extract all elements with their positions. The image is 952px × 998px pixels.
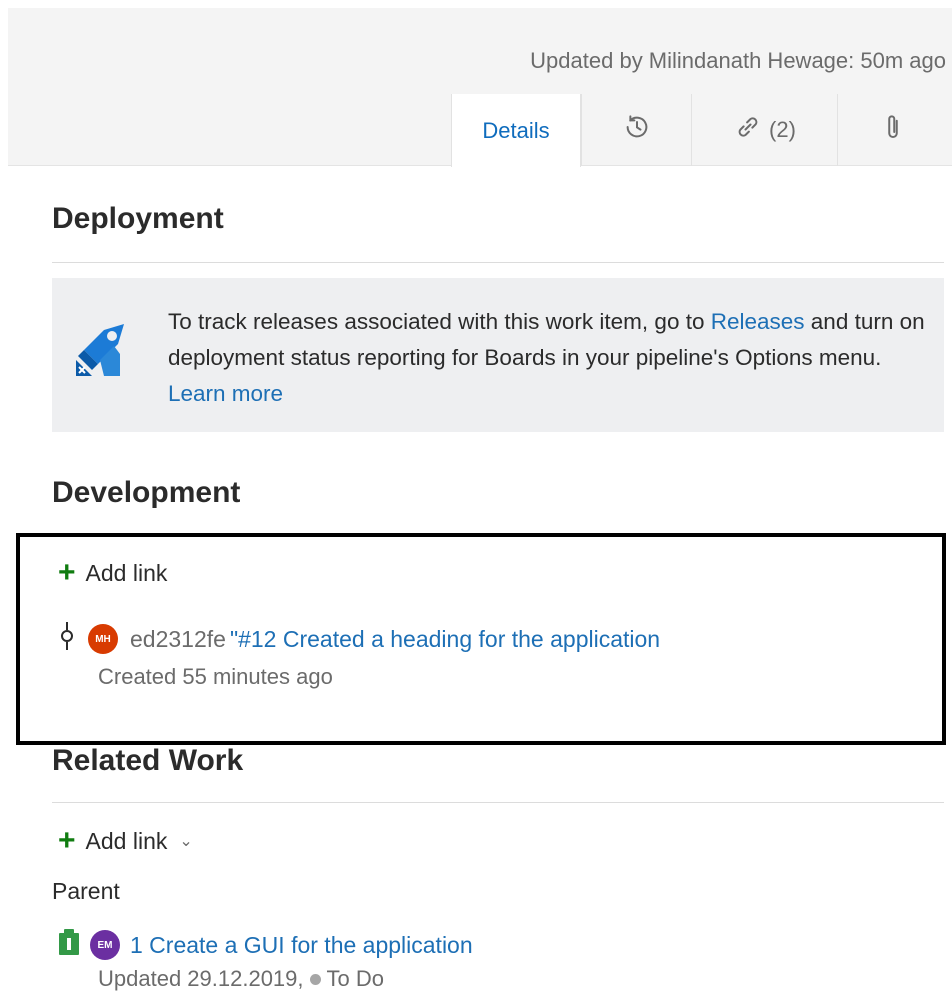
plus-icon: + (58, 824, 76, 857)
commit-created-text: Created 55 minutes ago (98, 664, 333, 689)
related-work-heading: Related Work (52, 744, 244, 777)
tab-details[interactable]: Details (451, 94, 581, 167)
commit-title-link[interactable]: "#12 Created a heading for the applicati… (230, 626, 660, 653)
deployment-info-text: To track releases associated with this w… (168, 304, 928, 412)
parent-updated-text: Updated 29.12.2019, (98, 966, 304, 991)
tab-attachments[interactable] (837, 94, 947, 166)
tab-history[interactable] (581, 94, 691, 166)
tab-links-count: (2) (769, 117, 796, 142)
tab-links[interactable]: (2) (691, 94, 837, 166)
development-heading: Development (52, 476, 241, 509)
divider (52, 802, 944, 803)
commit-hash: ed2312fe (130, 625, 226, 652)
development-add-link-button[interactable]: + Add link (58, 558, 167, 588)
tab-details-label: Details (482, 117, 550, 143)
work-item-header: Updated by Milindanath Hewage: 50m ago D… (8, 8, 952, 167)
avatar: MH (88, 624, 118, 654)
status-dot-icon (309, 973, 321, 985)
plus-icon: + (58, 556, 76, 589)
deployment-heading: Deployment (52, 202, 224, 235)
add-link-label: Add link (85, 827, 168, 854)
parent-label: Parent (52, 878, 120, 904)
learn-more-link[interactable]: Learn more (168, 381, 283, 406)
releases-link[interactable]: Releases (711, 309, 805, 334)
rocket-icon (70, 320, 134, 390)
work-item-icon (58, 928, 80, 962)
history-icon (622, 112, 652, 148)
avatar: EM (90, 930, 120, 960)
commit-icon (58, 622, 76, 656)
related-add-link-button[interactable]: + Add link ⌄ (58, 826, 193, 856)
parent-item-link[interactable]: 1 Create a GUI for the application (130, 932, 473, 959)
deployment-info-banner: To track releases associated with this w… (52, 278, 944, 432)
divider (52, 262, 944, 263)
add-link-label: Add link (85, 559, 168, 586)
banner-text-before: To track releases associated with this w… (168, 309, 711, 334)
link-icon (733, 112, 763, 148)
updated-by-text: Updated by Milindanath Hewage: 50m ago (530, 48, 946, 73)
commit-link-item: MH ed2312fe "#12 Created a heading for t… (58, 622, 660, 656)
paperclip-icon (881, 112, 905, 148)
tab-bar: Details (2) (451, 94, 947, 167)
chevron-down-icon: ⌄ (179, 833, 193, 850)
status-badge: To Do (326, 966, 384, 991)
parent-item-meta: Updated 29.12.2019, To Do (98, 966, 384, 992)
parent-work-item: EM 1 Create a GUI for the application (58, 928, 473, 962)
